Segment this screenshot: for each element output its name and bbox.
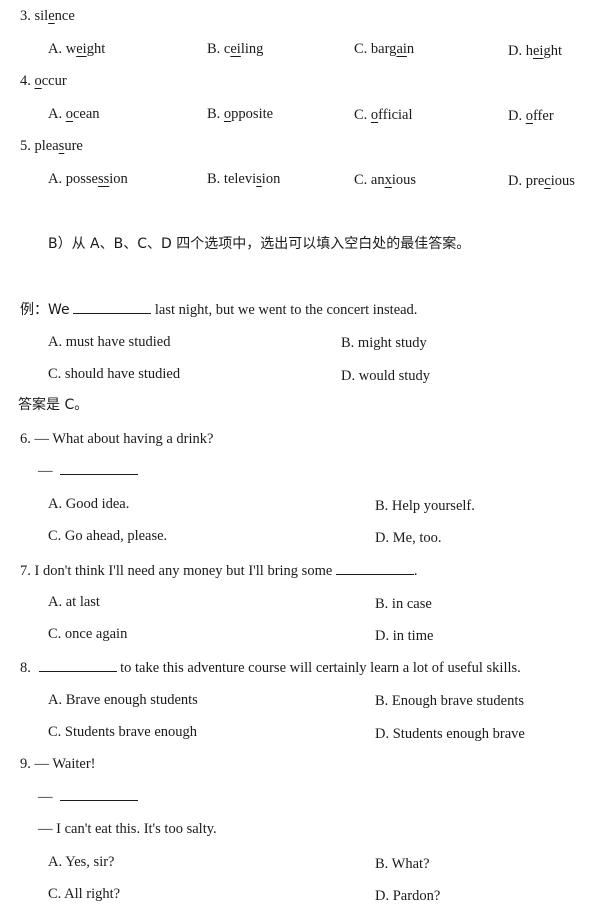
q5-word: pleasure bbox=[34, 138, 83, 154]
q6-option-d: D. Me, too. bbox=[375, 530, 442, 546]
q3-number: 3. bbox=[20, 8, 31, 24]
q3-option-d: D. height bbox=[508, 43, 562, 59]
q3-word: silence bbox=[34, 8, 75, 24]
q5-stem: 5. pleasure bbox=[20, 137, 83, 155]
q6-option-c: C. Go ahead, please. bbox=[48, 528, 168, 544]
example-option-a: A. must have studied bbox=[48, 334, 171, 350]
q9-number: 9. bbox=[20, 756, 31, 772]
q5-number: 5. bbox=[20, 138, 31, 154]
q8-option-d: D. Students enough brave bbox=[375, 726, 525, 742]
example-answer: 答案是 C。 bbox=[18, 397, 89, 413]
q6-number: 6. bbox=[20, 431, 31, 447]
q5-option-b: B. television bbox=[207, 171, 281, 187]
q6-option-a: A. Good idea. bbox=[48, 496, 130, 512]
q9-option-a: A. Yes, sir? bbox=[48, 854, 115, 870]
q7-option-b: B. in case bbox=[375, 596, 432, 612]
example-label: 例：We bbox=[20, 302, 70, 318]
q4-option-b: B. opposite bbox=[207, 106, 274, 122]
q9-response-line: — bbox=[38, 787, 139, 806]
example-option-b: B. might study bbox=[341, 335, 427, 351]
q6-blank bbox=[60, 461, 139, 475]
q5-option-a: A. possession bbox=[48, 171, 128, 187]
q7-option-a: A. at last bbox=[48, 594, 100, 610]
q4-word: occur bbox=[34, 73, 67, 89]
q9-stem: 9. — Waiter! bbox=[20, 756, 96, 772]
q3-option-c: C. bargain bbox=[354, 41, 415, 57]
q4-option-c: C. official bbox=[354, 107, 413, 123]
q7-stem: 7. I don't think I'll need any money but… bbox=[20, 561, 418, 579]
q9-option-b: B. What? bbox=[375, 856, 430, 872]
example-stem: 例：We last night, but we went to the conc… bbox=[20, 300, 418, 318]
q8-option-b: B. Enough brave students bbox=[375, 693, 525, 709]
q9-line3: — I can't eat this. It's too salty. bbox=[38, 821, 217, 837]
q4-stem: 4. occur bbox=[20, 72, 67, 90]
q7-option-d: D. in time bbox=[375, 628, 434, 644]
q3-option-b: B. ceiling bbox=[207, 41, 264, 57]
q8-option-c: C. Students brave enough bbox=[48, 724, 198, 740]
q9-option-d: D. Pardon? bbox=[375, 888, 441, 904]
q8-stem: 8. to take this adventure course will ce… bbox=[20, 658, 521, 676]
example-option-c: C. should have studied bbox=[48, 366, 181, 382]
q8-blank bbox=[38, 658, 117, 672]
q4-option-a: A. ocean bbox=[48, 106, 100, 122]
section-b-heading: B）从 A、B、C、D 四个选项中，选出可以填入空白处的最佳答案。 bbox=[48, 236, 471, 252]
q7-option-c: C. once again bbox=[48, 626, 128, 642]
q7-blank bbox=[335, 561, 414, 575]
q8-number: 8. bbox=[20, 660, 31, 676]
q9-blank bbox=[60, 787, 139, 801]
example-blank bbox=[73, 300, 152, 314]
q9-option-c: C. All right? bbox=[48, 886, 121, 902]
q4-option-d: D. offer bbox=[508, 108, 554, 124]
q5-option-c: C. anxious bbox=[354, 172, 417, 188]
q7-number: 7. bbox=[20, 563, 31, 579]
q6-stem: 6. — What about having a drink? bbox=[20, 431, 214, 447]
q3-stem: 3. silence bbox=[20, 7, 75, 25]
q6-response-line: — bbox=[38, 461, 139, 480]
q6-option-b: B. Help yourself. bbox=[375, 498, 475, 514]
q3-option-a: A. weight bbox=[48, 41, 106, 57]
q8-option-a: A. Brave enough students bbox=[48, 692, 198, 708]
q5-option-d: D. precious bbox=[508, 173, 575, 189]
exam-page: 3. silence A. weight B. ceiling C. barga… bbox=[0, 0, 600, 915]
q4-number: 4. bbox=[20, 73, 31, 89]
example-option-d: D. would study bbox=[341, 368, 431, 384]
